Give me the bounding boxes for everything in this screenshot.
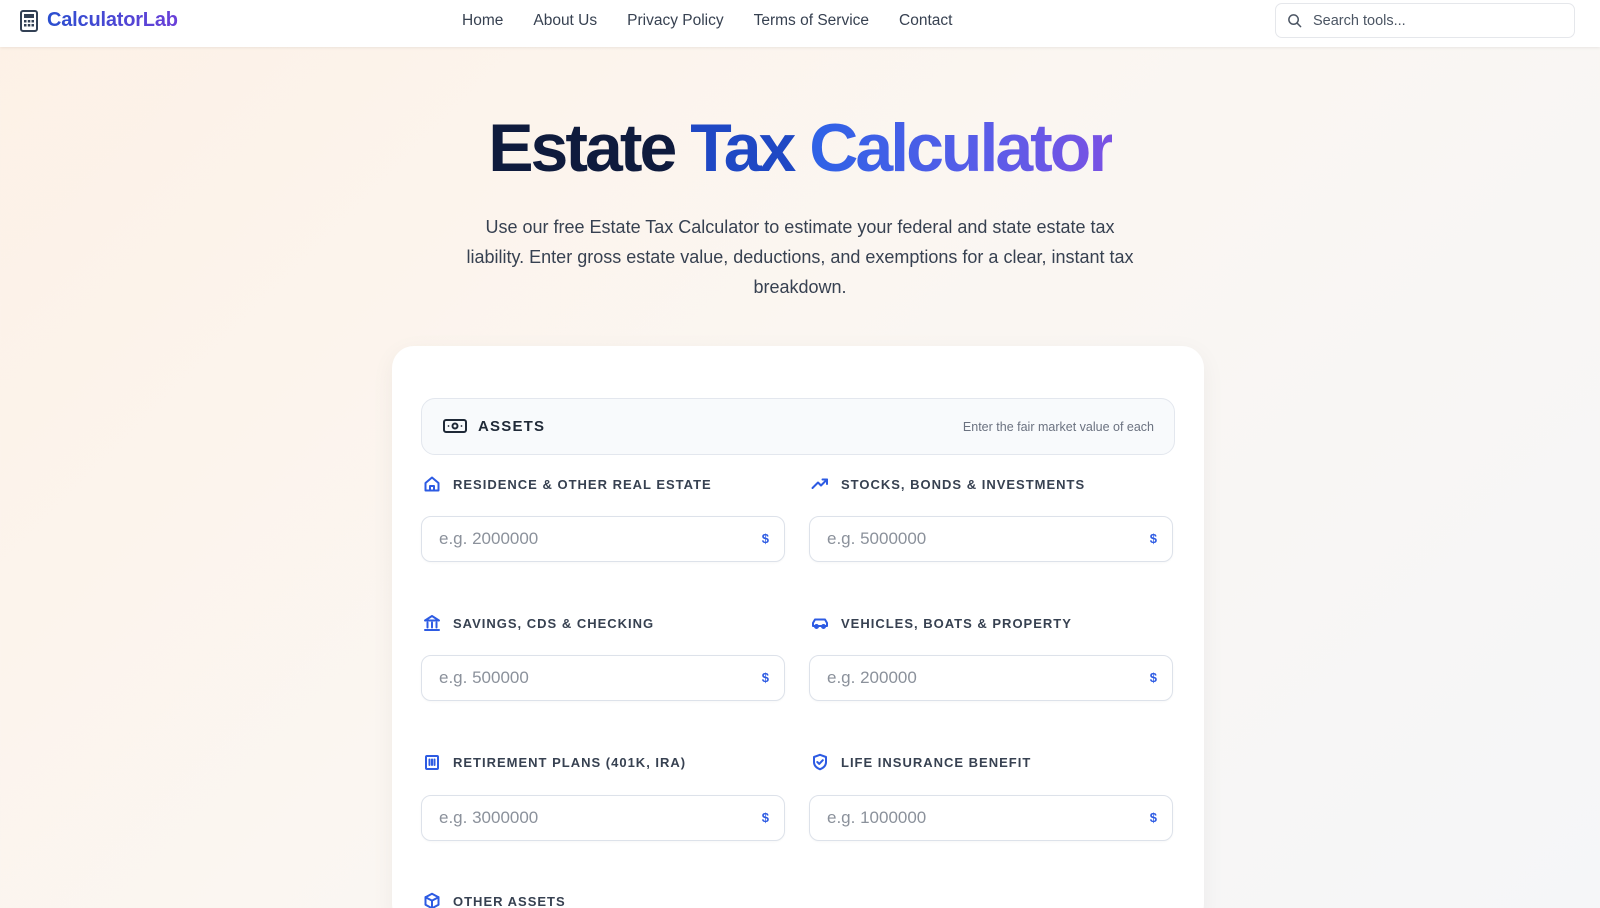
trending-up-icon — [811, 478, 828, 489]
nav-terms-of-service[interactable]: Terms of Service — [754, 12, 869, 30]
other-assets-label: OTHER ASSETS — [423, 892, 566, 908]
nav-contact[interactable]: Contact — [899, 12, 952, 30]
vehicles-label: VEHICLES, BOATS & PROPERTY — [811, 614, 1072, 632]
title-part-estate: Estate — [488, 110, 677, 186]
currency-symbol: $ — [1149, 670, 1157, 685]
nav-privacy-policy[interactable]: Privacy Policy — [627, 12, 723, 30]
shield-check-icon — [813, 753, 827, 771]
savings-label: SAVINGS, CDS & CHECKING — [423, 614, 654, 632]
residence-label-text: RESIDENCE & OTHER REAL ESTATE — [453, 476, 712, 492]
car-icon — [812, 618, 828, 629]
calculator-icon — [20, 9, 38, 32]
building-icon — [425, 755, 439, 770]
residence-field[interactable]: $ — [421, 516, 785, 562]
page-title: Estate Tax Calculator — [0, 108, 1600, 188]
title-part-calculator: Calculator — [809, 110, 1115, 186]
nav-about-us[interactable]: About Us — [533, 12, 597, 30]
stocks-label-text: STOCKS, BONDS & INVESTMENTS — [841, 476, 1086, 492]
search-input[interactable] — [1313, 12, 1553, 29]
vehicles-field[interactable]: $ — [809, 655, 1173, 701]
main-nav: Home About Us Privacy Policy Terms of Se… — [462, 12, 982, 30]
life-insurance-field[interactable]: $ — [809, 795, 1173, 841]
currency-symbol: $ — [761, 670, 769, 685]
retirement-field[interactable]: $ — [421, 795, 785, 841]
stocks-field[interactable]: $ — [809, 516, 1173, 562]
assets-section-hint: Enter the fair market value of each — [962, 420, 1154, 434]
life-insurance-label: LIFE INSURANCE BENEFIT — [811, 753, 1031, 771]
currency-symbol: $ — [761, 810, 769, 825]
life-insurance-label-text: LIFE INSURANCE BENEFIT — [841, 754, 1032, 770]
other-assets-label-text: OTHER ASSETS — [453, 893, 566, 908]
savings-field[interactable]: $ — [421, 655, 785, 701]
currency-symbol: $ — [1149, 810, 1157, 825]
top-navbar: CalculatorLab Home About Us Privacy Poli… — [0, 0, 1600, 47]
savings-label-text: SAVINGS, CDS & CHECKING — [453, 615, 655, 631]
savings-input[interactable] — [439, 668, 729, 688]
brand-name: CalculatorLab — [47, 9, 178, 31]
retirement-input[interactable] — [439, 808, 729, 828]
vehicles-input[interactable] — [827, 668, 1117, 688]
box-icon — [424, 892, 440, 908]
retirement-label-text: RETIREMENT PLANS (401K, IRA) — [453, 754, 687, 770]
page-subtitle: Use our free Estate Tax Calculator to es… — [466, 217, 1134, 297]
assets-section-title: ASSETS — [478, 418, 546, 435]
brand-logo[interactable]: CalculatorLab — [19, 9, 178, 32]
title-part-tax: Tax — [690, 110, 796, 186]
search-box[interactable] — [1275, 3, 1575, 38]
home-icon — [424, 476, 440, 492]
residence-input[interactable] — [439, 529, 729, 549]
stocks-input[interactable] — [827, 529, 1117, 549]
retirement-label: RETIREMENT PLANS (401K, IRA) — [423, 753, 686, 771]
residence-label: RESIDENCE & OTHER REAL ESTATE — [423, 475, 712, 493]
cash-icon — [443, 419, 467, 433]
vehicles-label-text: VEHICLES, BOATS & PROPERTY — [841, 615, 1072, 631]
search-icon — [1288, 14, 1302, 28]
currency-symbol: $ — [1149, 531, 1157, 546]
currency-symbol: $ — [761, 531, 769, 546]
assets-section-header: ASSETS Enter the fair market value of ea… — [421, 398, 1175, 455]
nav-home[interactable]: Home — [462, 12, 503, 30]
life-insurance-input[interactable] — [827, 808, 1117, 828]
stocks-label: STOCKS, BONDS & INVESTMENTS — [811, 475, 1085, 493]
bank-icon — [424, 615, 440, 631]
calculator-card: ASSETS Enter the fair market value of ea… — [392, 346, 1204, 908]
